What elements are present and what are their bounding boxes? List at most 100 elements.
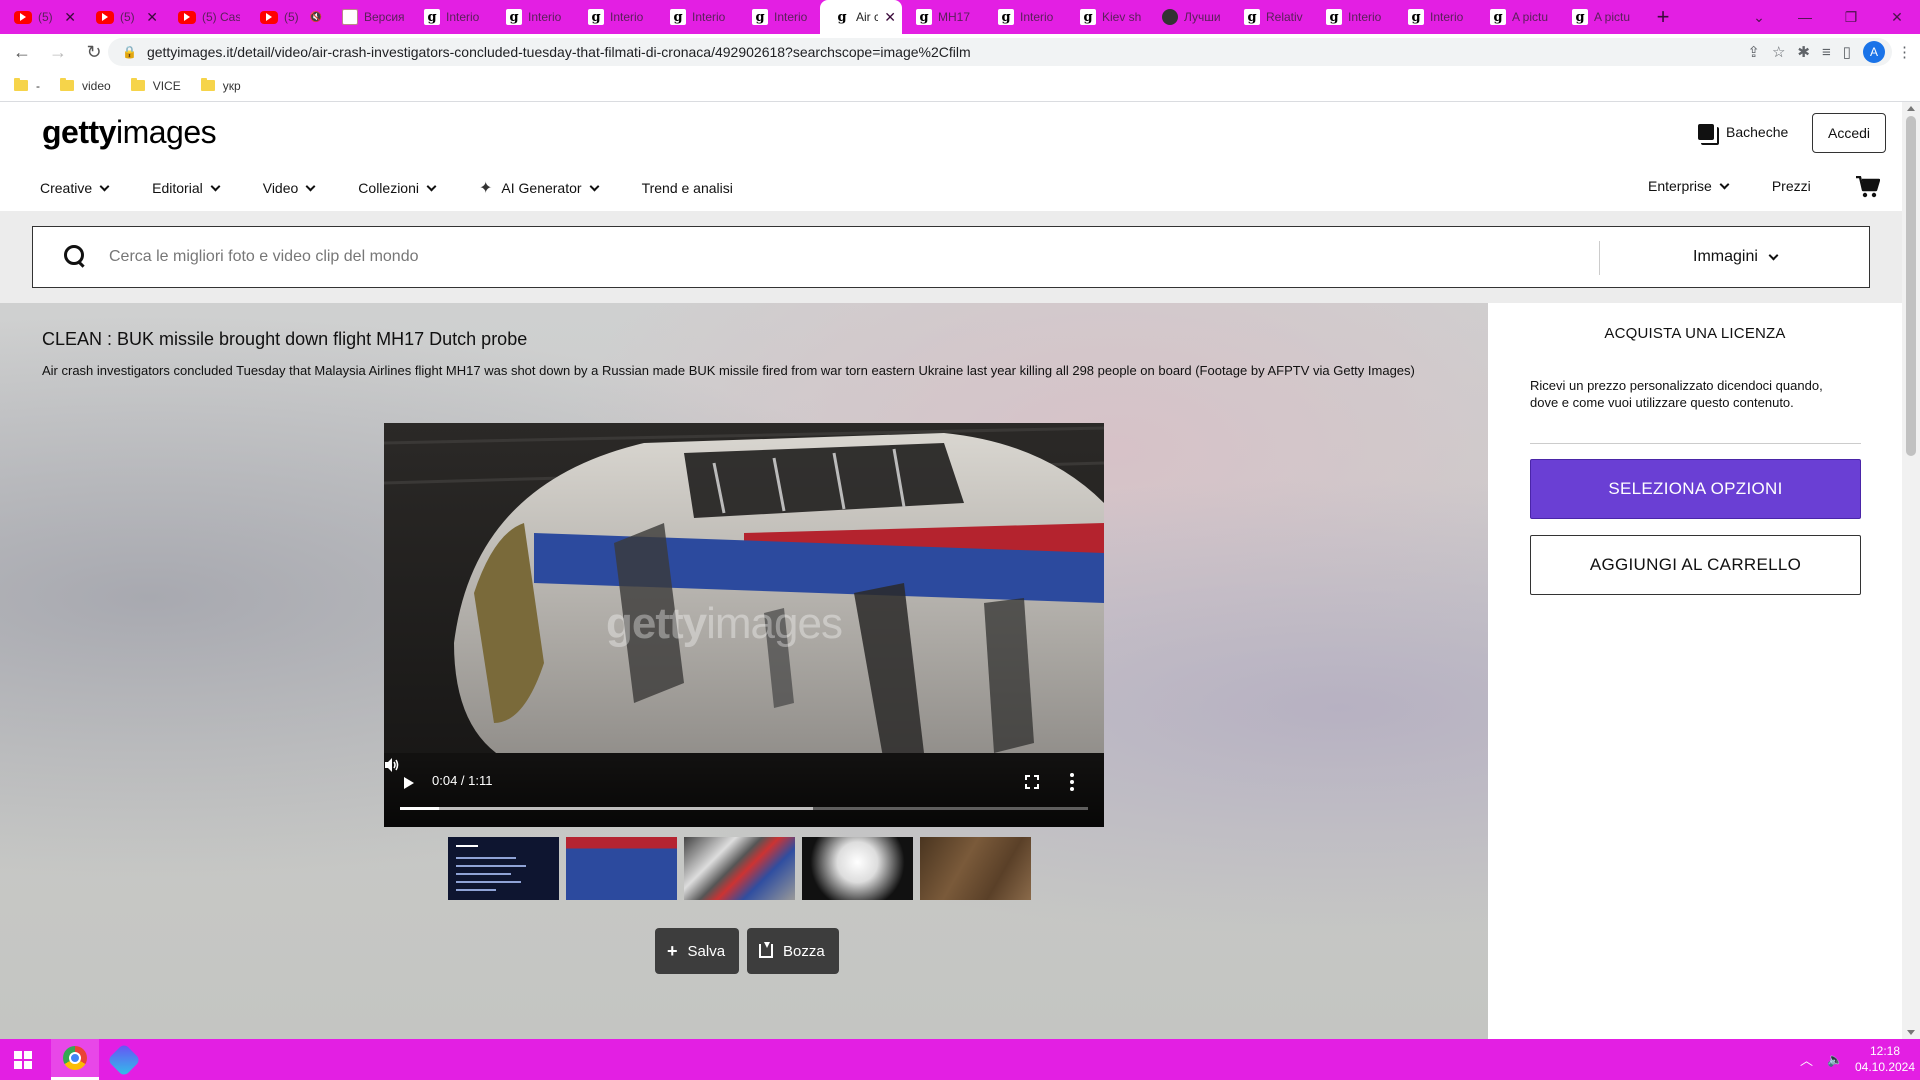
nav-item-trend-e-analisi[interactable]: Trend e analisi [642,178,733,198]
browser-tab[interactable]: g Interio [738,0,820,34]
play-icon[interactable] [404,777,414,789]
nav-item-creative[interactable]: Creative [40,178,110,198]
nav-item-video[interactable]: Video [263,178,316,198]
more-options-icon[interactable] [1070,773,1074,791]
browser-tab[interactable]: (5) 🔇 [246,0,328,34]
getty-logo[interactable]: gettyimages [42,114,217,151]
reload-button[interactable]: ↻ [80,38,108,66]
browser-tab[interactable]: g A pictu [1558,0,1640,34]
license-panel: ACQUISTA UNA LICENZA Ricevi un prezzo pe… [1488,303,1902,1039]
windows-start-icon[interactable] [14,1051,32,1069]
media-controls-icon[interactable]: ≡ [1822,44,1831,61]
search-box: Immagini [32,226,1870,288]
keyframe-thumbnail[interactable] [802,837,913,900]
back-button[interactable]: ← [8,38,36,66]
scroll-thumb[interactable] [1906,116,1916,456]
save-button[interactable]: + Salva [655,928,740,974]
browser-tab[interactable]: g Air c ✕ [820,0,902,34]
taskbar-chrome[interactable] [51,1039,99,1080]
side-panel-icon[interactable]: ▯ [1843,43,1851,61]
browser-tab[interactable]: g MH17 [902,0,984,34]
cart-icon[interactable] [1856,176,1880,198]
tab-close-icon[interactable]: ✕ [884,9,896,26]
profile-avatar[interactable]: A [1863,41,1885,63]
chrome-icon [63,1046,87,1070]
page-title: CLEAN : BUK missile brought down flight … [42,329,528,349]
getty-icon: g [1408,9,1424,25]
address-bar: ← → ↻ 🔒 gettyimages.it/detail/video/air-… [0,34,1920,70]
keyframe-thumbnail[interactable] [684,837,795,900]
tab-close-icon[interactable]: ✕ [64,9,76,26]
minimize-button[interactable]: — [1782,0,1828,34]
taskbar-clock[interactable]: 12:18 04.10.2024 [1850,1043,1920,1075]
nav-enterprise[interactable]: Enterprise [1648,178,1730,194]
bookmark-folder[interactable]: укр [200,78,241,93]
nav-pricing[interactable]: Prezzi [1772,178,1811,194]
close-window-button[interactable]: ✕ [1874,0,1920,34]
browser-tab[interactable]: (5) Cas [164,0,246,34]
keyframe-thumbnail[interactable] [566,837,677,900]
browser-tab[interactable]: g Interio [574,0,656,34]
extensions-icon[interactable]: ✱ [1797,43,1810,61]
keyframe-thumbnail[interactable] [448,837,559,900]
browser-tab[interactable]: Лучши [1148,0,1230,34]
browser-tab[interactable]: g Interio [984,0,1066,34]
browser-tab[interactable]: g Interio [1394,0,1476,34]
keyframe-thumbnail[interactable] [920,837,1031,900]
browser-tab[interactable]: g Interio [492,0,574,34]
taskbar-app[interactable] [100,1039,148,1080]
browser-tab[interactable]: (5) ✕ [82,0,164,34]
video-detail: CLEAN : BUK missile brought down flight … [0,303,1488,1039]
nav-item-collezioni[interactable]: Collezioni [358,178,437,198]
lock-icon[interactable]: 🔒 [122,45,137,59]
search-icon[interactable] [61,242,91,272]
right-nav: Enterprise Prezzi [1648,178,1811,194]
browser-tab[interactable]: g Interio [410,0,492,34]
url-field[interactable]: 🔒 gettyimages.it/detail/video/air-crash-… [108,38,1892,66]
new-tab-button[interactable]: + [1646,4,1680,30]
browser-menu-icon[interactable]: ⋮ [1897,43,1912,61]
scroll-down-arrow-icon[interactable] [1907,1030,1915,1035]
browser-tab[interactable]: (5) ✕ [0,0,82,34]
page-scrollbar[interactable] [1902,102,1920,1039]
video-player[interactable]: gettyimages 0:04 / 1:11 [384,423,1104,827]
tab-close-icon[interactable]: ✕ [146,9,158,26]
plus-icon: + [667,940,678,961]
tray-chevron-up-icon[interactable]: ︿ [1800,1050,1813,1069]
tab-muted-icon[interactable]: 🔇 [310,12,322,23]
search-scope-dropdown[interactable]: Immagini [1693,227,1779,287]
browser-tab[interactable]: Версия [328,0,410,34]
fullscreen-icon[interactable] [1025,775,1039,789]
forward-button[interactable]: → [44,38,72,66]
add-to-cart-button[interactable]: AGGIUNGI AL CARRELLO [1530,535,1861,595]
draft-download-button[interactable]: Bozza [747,928,839,974]
browser-tab[interactable]: g A pictu [1476,0,1558,34]
seek-bar[interactable] [400,807,1088,810]
nav-item-ai-generator[interactable]: ✦ AI Generator [479,178,600,198]
bookmark-folder[interactable]: - [14,78,40,93]
select-options-button[interactable]: SELEZIONA OPZIONI [1530,459,1861,519]
search-input[interactable] [109,248,1509,266]
volume-icon[interactable] [384,757,400,773]
license-title: ACQUISTA UNA LICENZA [1604,325,1786,342]
tab-label: A pictu [1512,10,1549,24]
browser-tab[interactable]: g Kiev sh [1066,0,1148,34]
tab-search-icon[interactable]: ⌄ [1736,0,1782,34]
boards-link[interactable]: Bacheche [1698,124,1788,145]
bookmark-folder[interactable]: video [60,78,111,93]
bookmark-folder[interactable]: VICE [130,78,181,93]
speaker-icon[interactable]: 🔈 [1827,1052,1843,1068]
browser-tab[interactable]: g Relativ [1230,0,1312,34]
bookmark-star-icon[interactable]: ☆ [1772,43,1785,61]
signin-button[interactable]: Accedi [1812,113,1886,153]
restore-button[interactable]: ❐ [1828,0,1874,34]
video-description: Air crash investigators concluded Tuesda… [42,363,1415,378]
share-icon[interactable]: ⇪ [1747,43,1760,61]
site-header: gettyimages Bacheche Accedi Creative Edit… [0,102,1902,211]
nav-item-editorial[interactable]: Editorial [152,178,221,198]
browser-tab[interactable]: g Interio [656,0,738,34]
scroll-up-arrow-icon[interactable] [1907,106,1915,111]
youtube-icon [260,10,278,24]
tab-label: Air c [856,10,879,24]
browser-tab[interactable]: g Interio [1312,0,1394,34]
